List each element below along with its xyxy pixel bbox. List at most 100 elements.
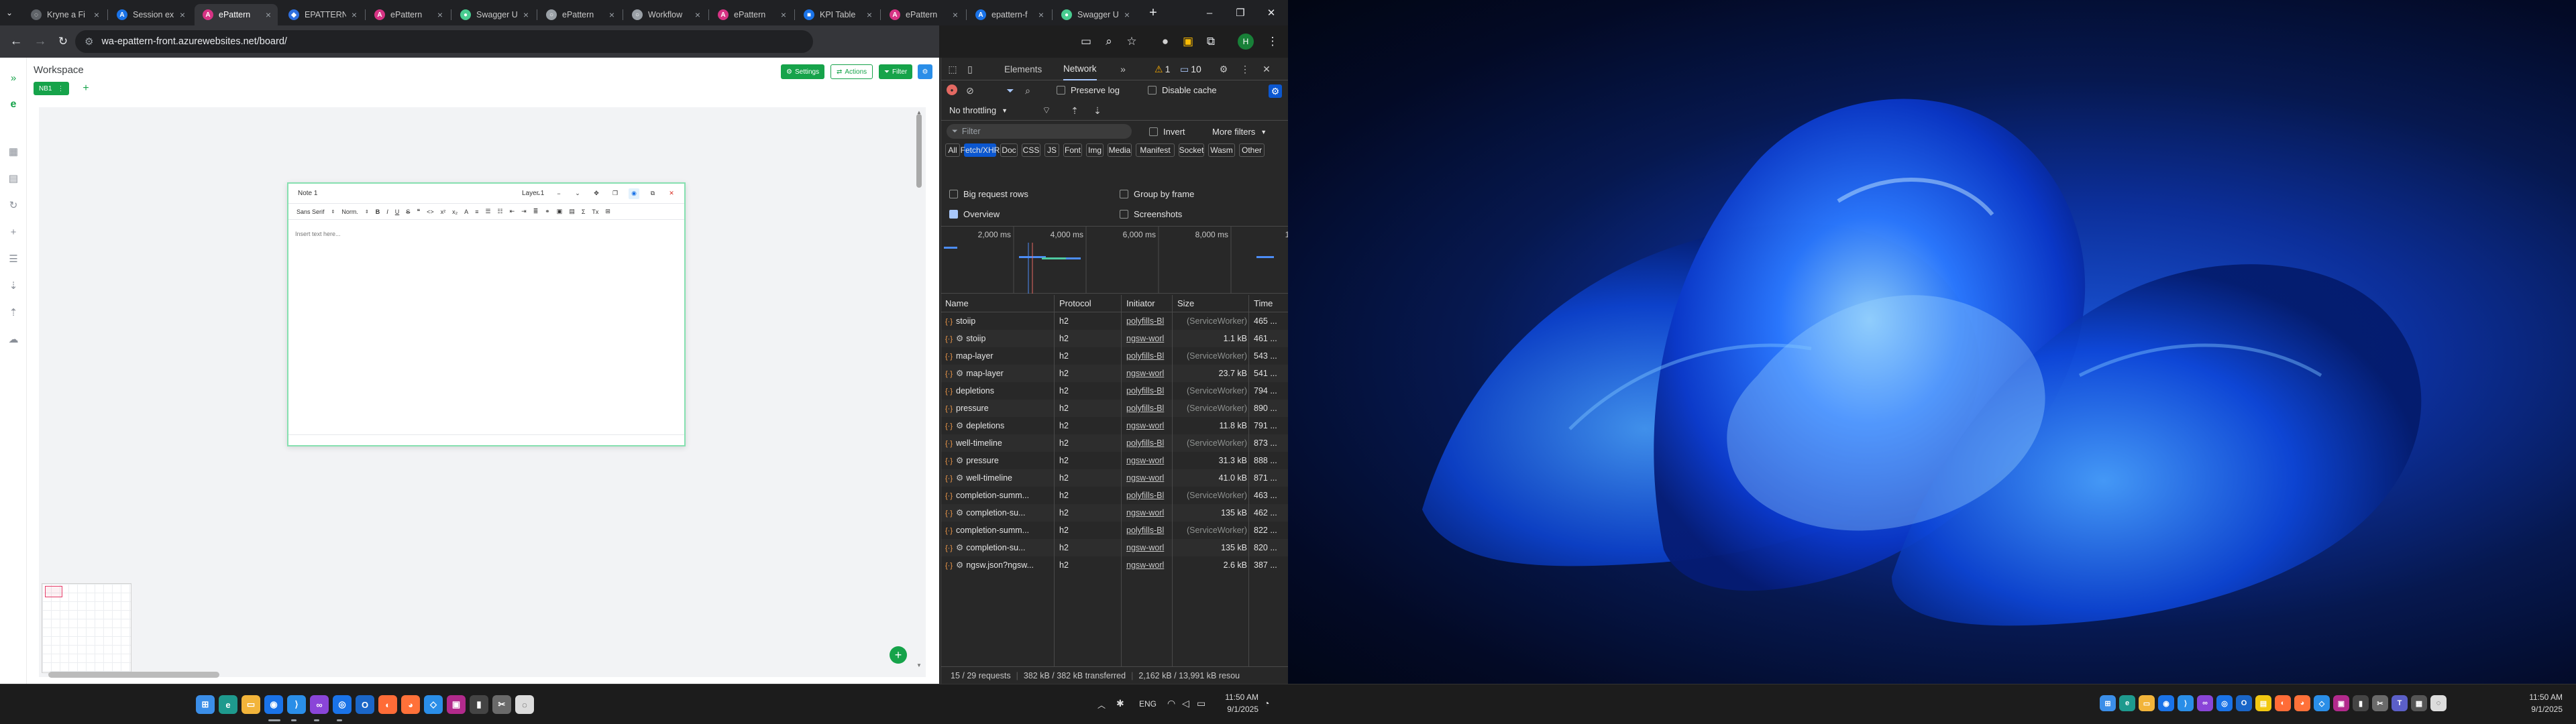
snipping-tool-icon[interactable]: ✂ xyxy=(492,695,511,714)
request-initiator-link[interactable]: ngsw-worl xyxy=(1126,365,1171,382)
group-by-frame-checkbox[interactable]: Group by frame xyxy=(1120,189,1194,199)
big-request-rows-box[interactable] xyxy=(949,190,958,198)
filter-icon[interactable]: ⏷ xyxy=(1004,84,1016,97)
request-initiator-link[interactable]: polyfills-Bl xyxy=(1126,400,1171,417)
terminal-icon[interactable]: ▮ xyxy=(2353,695,2369,711)
request-row[interactable]: {·} stoiip h2 polyfills-Bl (ServiceWorker) 46… xyxy=(941,312,1289,330)
request-initiator-link[interactable]: ngsw-worl xyxy=(1126,539,1171,556)
underline-icon[interactable]: U xyxy=(395,208,400,215)
request-initiator-link[interactable]: polyfills-Bl xyxy=(1126,522,1171,539)
filter-type-chip[interactable]: Doc xyxy=(1000,143,1018,157)
list-icon[interactable]: ☰ xyxy=(5,251,21,267)
wallet-extension-icon[interactable]: ▣ xyxy=(1177,30,1199,53)
disable-cache-box[interactable] xyxy=(1148,86,1157,95)
firefox-icon[interactable]: ◕ xyxy=(2294,695,2310,711)
warnings-badge[interactable]: ⚠ 1 xyxy=(1155,63,1170,75)
device-toolbar-icon[interactable]: ▯ xyxy=(964,63,976,75)
info-button[interactable]: ⚙ xyxy=(918,64,932,79)
tab-close-icon[interactable]: × xyxy=(180,9,185,20)
col-initiator[interactable]: Initiator xyxy=(1126,295,1155,312)
disable-cache-checkbox[interactable]: Disable cache xyxy=(1148,85,1217,95)
col-time[interactable]: Time xyxy=(1254,295,1273,312)
jetbrains-icon[interactable]: ▣ xyxy=(2333,695,2349,711)
firefox-icon[interactable]: ◕ xyxy=(401,695,420,714)
overview-checkbox[interactable]: Overview xyxy=(949,209,1000,219)
tab-close-icon[interactable]: × xyxy=(1124,9,1130,20)
grid-icon[interactable]: ▦ xyxy=(5,143,21,160)
scroll-up-arrow-icon[interactable]: ▲ xyxy=(916,109,922,115)
minus-icon[interactable]: − xyxy=(553,188,564,199)
screenshots-box[interactable] xyxy=(1120,210,1128,219)
tab-search-chevron-icon[interactable]: ⌄ xyxy=(0,0,19,25)
browser-tab[interactable]: ◌ Kryne a Fi × xyxy=(23,4,106,25)
teams-icon[interactable]: T xyxy=(2392,695,2408,711)
image-icon[interactable]: ▣ xyxy=(557,208,563,215)
battery-icon[interactable]: ▭ xyxy=(1197,698,1205,709)
board-tab-chip[interactable]: NB1 ⋮ xyxy=(34,82,70,95)
request-initiator-link[interactable]: polyfills-Bl xyxy=(1126,434,1171,452)
cast-icon[interactable]: ▭ xyxy=(1075,30,1097,53)
copy-icon[interactable]: ❐ xyxy=(610,188,621,199)
outlook-icon[interactable]: O xyxy=(356,695,374,714)
profile-avatar[interactable]: H xyxy=(1234,30,1257,53)
url-text[interactable]: wa-epattern-front.azurewebsites.net/boar… xyxy=(101,36,286,47)
app-icon[interactable]: ◎ xyxy=(2216,695,2233,711)
tray-overflow-chevron-icon[interactable]: ︿ xyxy=(1097,699,1106,711)
filter-type-chip[interactable]: Other xyxy=(1239,143,1265,157)
request-row[interactable]: {·} ⚙ stoiip h2 ngsw-worl 1.1 kB 461 ... xyxy=(941,330,1289,347)
bold-icon[interactable]: B xyxy=(376,208,380,215)
note-title[interactable]: Note 1 xyxy=(298,190,317,197)
add-board-tab-button[interactable]: + xyxy=(79,82,93,95)
tab-close-icon[interactable]: × xyxy=(352,9,357,20)
group-by-frame-box[interactable] xyxy=(1120,190,1128,198)
edge-browser-icon[interactable]: e xyxy=(219,695,237,714)
request-initiator-link[interactable]: ngsw-worl xyxy=(1126,469,1171,487)
windows-start-icon[interactable]: ⊞ xyxy=(2100,695,2116,711)
request-row[interactable]: {·} map-layer h2 polyfills-Bl (ServiceWorker… xyxy=(941,347,1289,365)
chrome-menu-icon[interactable]: ⋮ xyxy=(1261,30,1284,53)
browser-tab[interactable]: ◆ EPATTERN × xyxy=(280,4,364,25)
clear-format-icon[interactable]: Tx xyxy=(592,208,598,215)
browser-tab[interactable]: AePattern × xyxy=(881,4,965,25)
move-icon[interactable]: ✥ xyxy=(591,188,602,199)
request-row[interactable]: {·} ⚙ completion-su... h2 ngsw-worl 135 kB 820… xyxy=(941,539,1289,556)
network-settings-gear-icon[interactable]: ⚙ xyxy=(1269,84,1282,98)
col-protocol[interactable]: Protocol xyxy=(1059,295,1091,312)
visibility-icon[interactable]: ◉ xyxy=(629,188,639,199)
outdent-icon[interactable]: ⇤ xyxy=(510,208,515,215)
request-initiator-link[interactable]: ngsw-worl xyxy=(1126,452,1171,469)
formula-icon[interactable]: Σ xyxy=(582,208,586,215)
browser-tab[interactable]: Aepattern-f × xyxy=(967,4,1051,25)
zoom-search-icon[interactable]: ⌕ xyxy=(1097,30,1120,53)
request-row[interactable]: {·} depletions h2 polyfills-Bl (ServiceWorke… xyxy=(941,382,1289,400)
sticky-notes-icon[interactable]: ▤ xyxy=(2255,695,2271,711)
messages-badge[interactable]: ▭ 10 xyxy=(1180,63,1201,75)
filter-type-chip[interactable]: JS xyxy=(1044,143,1059,157)
request-initiator-link[interactable]: polyfills-Bl xyxy=(1126,312,1171,330)
strikethrough-icon[interactable]: S xyxy=(406,208,410,215)
italic-icon[interactable]: I xyxy=(386,208,388,215)
request-initiator-link[interactable]: polyfills-Bl xyxy=(1126,382,1171,400)
note-text-area[interactable]: Insert text here... xyxy=(295,231,341,237)
import-har-icon[interactable]: ⇡ xyxy=(1069,105,1081,117)
file-explorer-icon[interactable]: ▭ xyxy=(241,695,260,714)
more-tabs-icon[interactable]: » xyxy=(1117,63,1129,75)
request-initiator-link[interactable]: ngsw-worl xyxy=(1126,330,1171,347)
col-name[interactable]: Name xyxy=(945,295,969,312)
chatgpt-icon[interactable]: ◌ xyxy=(2430,695,2447,711)
scroll-down-arrow-icon[interactable]: ▼ xyxy=(916,662,922,668)
request-row[interactable]: {·} completion-summ... h2 polyfills-Bl (Serv… xyxy=(941,522,1289,539)
app-icon[interactable]: ◇ xyxy=(2314,695,2330,711)
devtools-menu-icon[interactable]: ⋮ xyxy=(1239,63,1251,75)
screenshots-checkbox[interactable]: Screenshots xyxy=(1120,209,1182,219)
clock-date-secondary[interactable]: 9/1/2025 xyxy=(2509,705,2563,714)
request-row[interactable]: {·} ⚙ completion-su... h2 ngsw-worl 135 kB 462… xyxy=(941,504,1289,522)
filter-button[interactable]: ⏷ Filter xyxy=(879,64,913,79)
filter-type-chip[interactable]: CSS xyxy=(1022,143,1040,157)
font-family-chevron-icon[interactable]: ⇕ xyxy=(331,209,335,215)
site-info-icon[interactable]: ⚙ xyxy=(85,36,93,48)
inspect-element-icon[interactable]: ⬚ xyxy=(947,63,959,75)
edge-browser-icon[interactable]: e xyxy=(2119,695,2135,711)
more-filters-dropdown[interactable]: More filters ▼ xyxy=(1212,127,1267,137)
request-initiator-link[interactable]: ngsw-worl xyxy=(1126,504,1171,522)
